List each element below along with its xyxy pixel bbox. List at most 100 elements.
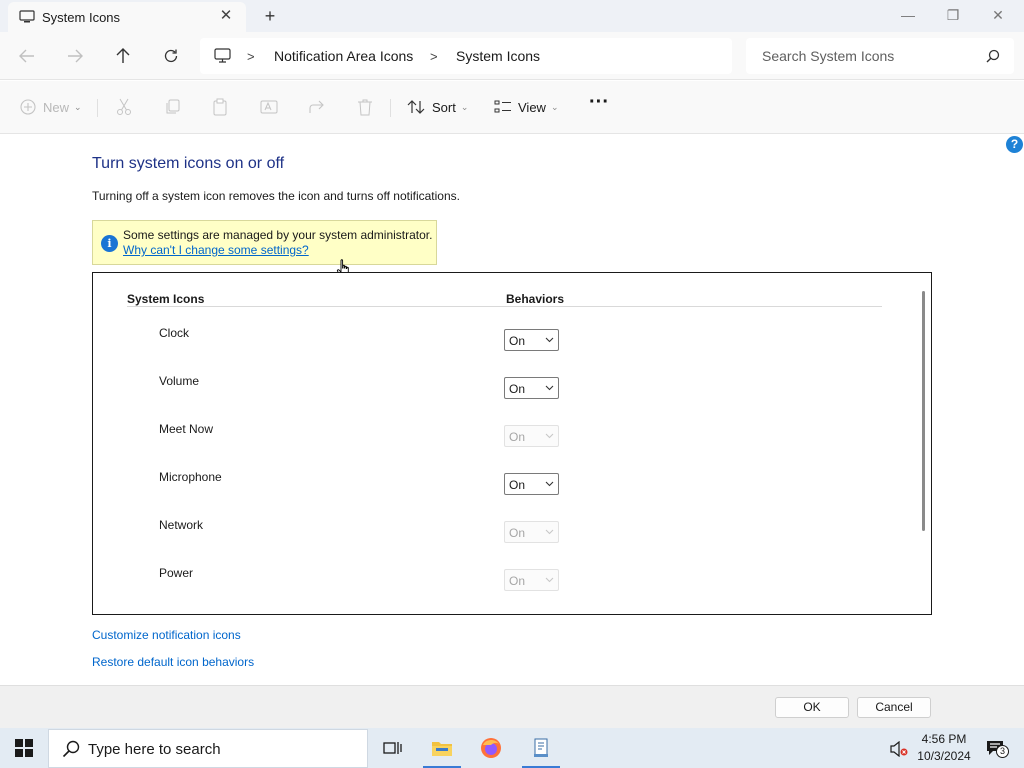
scrollbar-thumb[interactable] xyxy=(922,291,925,531)
title-bar: System Icons ✕ + — ❐ ✕ xyxy=(0,0,1024,32)
task-view-icon xyxy=(383,742,402,754)
taskbar-clock[interactable]: 4:56 PM 10/3/2024 xyxy=(912,731,976,765)
rename-icon xyxy=(260,100,278,114)
dialog-footer: OK Cancel xyxy=(0,685,1024,728)
up-button[interactable] xyxy=(111,44,135,68)
view-button[interactable]: View ⌄ xyxy=(494,96,559,118)
refresh-button[interactable] xyxy=(159,44,183,68)
new-tab-button[interactable]: + xyxy=(262,7,278,25)
sort-icon xyxy=(407,100,425,114)
divider xyxy=(390,99,391,117)
window-tab[interactable]: System Icons ✕ xyxy=(8,2,246,32)
sort-button[interactable]: Sort ⌄ xyxy=(407,96,468,118)
behavior-select-meet-now[interactable]: On xyxy=(504,425,559,447)
paste-button[interactable] xyxy=(212,96,228,118)
rename-button[interactable] xyxy=(260,96,278,118)
share-button[interactable] xyxy=(308,96,326,118)
chevron-down-icon xyxy=(545,385,554,391)
plus-circle-icon xyxy=(20,99,36,115)
chevron-down-icon: ⌄ xyxy=(74,101,82,112)
chevron-down-icon: ⌄ xyxy=(550,101,559,112)
taskbar-search-input[interactable] xyxy=(88,740,348,758)
chevron-down-icon xyxy=(545,337,554,343)
file-explorer-taskbar-button[interactable] xyxy=(419,728,465,768)
view-list-icon xyxy=(494,100,511,113)
chevron-right-icon: > xyxy=(430,49,438,64)
behavior-select-volume[interactable]: On xyxy=(504,377,559,399)
chevron-right-icon: > xyxy=(247,49,255,64)
chevron-down-icon: ⌄ xyxy=(460,101,469,112)
info-text: Some settings are managed by your system… xyxy=(123,228,433,242)
column-header-icons: System Icons xyxy=(127,292,205,306)
arrow-left-icon xyxy=(19,49,34,63)
search-icon xyxy=(62,740,80,758)
taskbar: 4:56 PM 10/3/2024 3 xyxy=(0,728,1024,768)
volume-muted-icon[interactable] xyxy=(890,741,908,757)
system-icons-list: System Icons Behaviors Clock On Volume O… xyxy=(92,272,932,615)
search-box[interactable] xyxy=(746,38,1014,74)
header-divider xyxy=(127,306,882,307)
restore-default-behaviors-link[interactable]: Restore default icon behaviors xyxy=(92,655,254,669)
behavior-select-clock[interactable]: On xyxy=(504,329,559,351)
clipboard-icon xyxy=(213,98,227,116)
firefox-icon xyxy=(481,738,501,758)
refresh-icon xyxy=(164,49,178,63)
computer-icon xyxy=(19,10,35,23)
back-button[interactable] xyxy=(15,44,39,68)
more-icon: ··· xyxy=(589,90,609,113)
info-bar: i Some settings are managed by your syst… xyxy=(92,220,437,265)
arrow-up-icon xyxy=(116,48,130,63)
new-button[interactable]: New ⌄ xyxy=(20,96,82,118)
info-icon: i xyxy=(101,235,118,252)
trash-icon xyxy=(358,99,372,115)
ok-button[interactable]: OK xyxy=(775,697,849,718)
task-view-button[interactable] xyxy=(369,728,415,768)
cancel-button[interactable]: Cancel xyxy=(857,697,931,718)
computer-icon xyxy=(214,48,231,63)
select-value: On xyxy=(509,430,526,444)
row-label-volume: Volume xyxy=(159,374,200,388)
close-window-button[interactable]: ✕ xyxy=(987,4,1009,26)
arrow-right-icon xyxy=(68,49,83,63)
select-value: On xyxy=(509,334,526,348)
firefox-taskbar-button[interactable] xyxy=(468,728,514,768)
search-input[interactable] xyxy=(762,47,972,65)
minimize-button[interactable]: — xyxy=(897,4,919,26)
address-bar: > Notification Area Icons > System Icons xyxy=(0,32,1024,80)
share-icon xyxy=(309,100,324,113)
behavior-select-power[interactable]: On xyxy=(504,569,559,591)
behavior-select-microphone[interactable]: On xyxy=(504,473,559,495)
taskbar-search[interactable] xyxy=(48,729,368,768)
forward-button[interactable] xyxy=(63,44,87,68)
row-label-meet-now: Meet Now xyxy=(159,422,214,436)
select-value: On xyxy=(509,382,526,396)
breadcrumb-item-notification-area[interactable]: Notification Area Icons xyxy=(274,48,413,64)
notification-center-button[interactable]: 3 xyxy=(986,740,1010,758)
column-header-behaviors: Behaviors xyxy=(506,292,565,306)
cut-button[interactable] xyxy=(116,96,132,118)
clock-time: 4:56 PM xyxy=(921,732,967,746)
windows-start-icon[interactable] xyxy=(15,739,33,757)
copy-button[interactable] xyxy=(164,96,180,118)
clock-date: 10/3/2024 xyxy=(917,749,971,763)
maximize-button[interactable]: ❐ xyxy=(942,4,964,26)
breadcrumb-item-system-icons[interactable]: System Icons xyxy=(456,48,540,64)
chevron-down-icon xyxy=(545,433,554,439)
customize-notification-icons-link[interactable]: Customize notification icons xyxy=(92,628,241,642)
chevron-down-icon xyxy=(545,577,554,583)
tab-close-button[interactable]: ✕ xyxy=(218,8,234,24)
behavior-select-network[interactable]: On xyxy=(504,521,559,543)
row-label-power: Power xyxy=(159,566,194,580)
chevron-down-icon xyxy=(545,529,554,535)
row-label-clock: Clock xyxy=(159,326,190,340)
breadcrumb[interactable]: > Notification Area Icons > System Icons xyxy=(200,38,732,74)
delete-button[interactable] xyxy=(357,96,373,118)
scissors-icon xyxy=(117,98,131,115)
help-icon[interactable]: ? xyxy=(1006,136,1023,153)
why-cant-change-link[interactable]: Why can't I change some settings? xyxy=(123,243,309,257)
notification-settings-taskbar-button[interactable] xyxy=(518,728,564,768)
chevron-down-icon xyxy=(545,481,554,487)
more-options-button[interactable]: ··· xyxy=(589,91,609,113)
new-label: New xyxy=(43,99,70,115)
scrollbar[interactable] xyxy=(915,273,931,614)
